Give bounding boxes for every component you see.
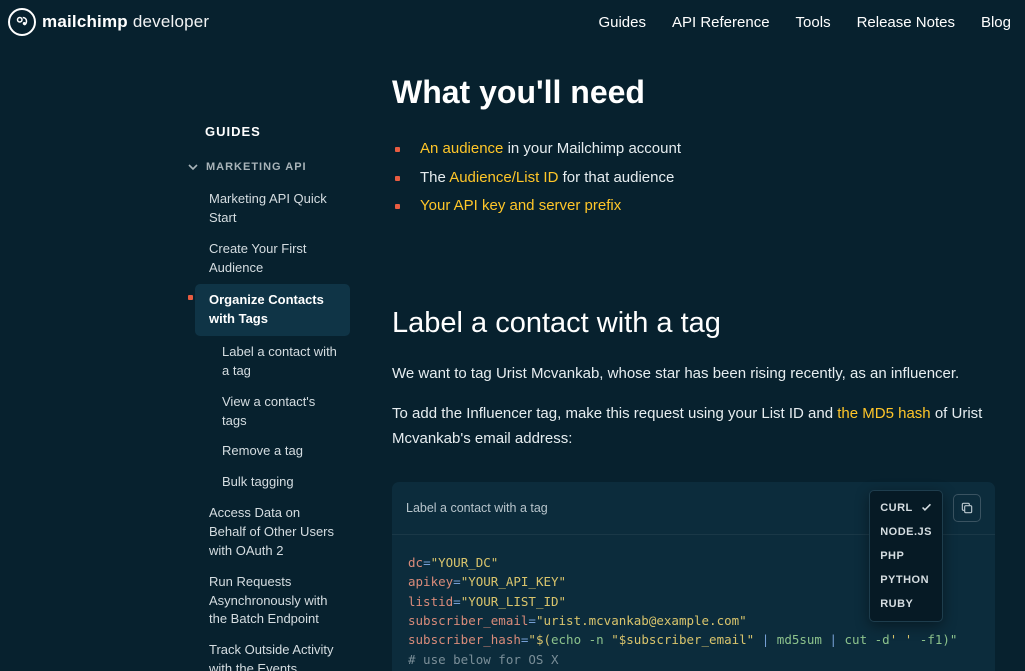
sidebar-item[interactable]: Access Data on Behalf of Other Users wit…: [205, 499, 350, 566]
sidebar-item[interactable]: Run Requests Asynchronously with the Bat…: [205, 568, 350, 635]
sidebar-subitem[interactable]: Remove a tag: [205, 437, 350, 466]
logo[interactable]: mailchimp developer: [8, 8, 209, 36]
page-heading: What you'll need: [392, 74, 995, 111]
copy-icon: [960, 501, 974, 515]
logo-mark-icon: [8, 8, 36, 36]
code-title: Label a contact with a tag: [406, 501, 548, 515]
nav-guides[interactable]: Guides: [598, 14, 646, 31]
sidebar: GUIDES MARKETING API Marketing API Quick…: [0, 44, 360, 671]
nav-blog[interactable]: Blog: [981, 14, 1011, 31]
lang-option-ruby[interactable]: RUBY: [870, 592, 942, 616]
language-menu: CURL NODE.JS PHP PYTHON RUBY: [869, 490, 943, 622]
lang-option-php[interactable]: PHP: [870, 544, 942, 568]
nav-release-notes[interactable]: Release Notes: [857, 14, 955, 31]
requirements-list: An audience in your Mailchimp account Th…: [392, 135, 995, 221]
sidebar-item[interactable]: Create Your First Audience: [205, 235, 350, 283]
link[interactable]: Your API key and server prefix: [420, 197, 621, 214]
link[interactable]: Audience/List ID: [449, 169, 558, 186]
sidebar-title: GUIDES: [205, 124, 350, 139]
list-item: The Audience/List ID for that audience: [392, 164, 995, 193]
sidebar-subitem[interactable]: View a contact's tags: [205, 388, 350, 436]
code-block: Label a contact with a tag CURL NODE.JS …: [392, 482, 995, 671]
list-item: Your API key and server prefix: [392, 192, 995, 221]
sidebar-subitem[interactable]: Label a contact with a tag: [205, 338, 350, 386]
paragraph: To add the Influencer tag, make this req…: [392, 402, 995, 452]
sidebar-cat-marketing[interactable]: MARKETING API: [188, 161, 350, 173]
lang-option-python[interactable]: PYTHON: [870, 568, 942, 592]
link[interactable]: An audience: [420, 140, 503, 157]
nav-api-reference[interactable]: API Reference: [672, 14, 770, 31]
sidebar-item[interactable]: Track Outside Activity with the Events E…: [205, 636, 350, 671]
sidebar-item[interactable]: Marketing API Quick Start: [205, 185, 350, 233]
chevron-down-icon: [188, 162, 198, 172]
copy-button[interactable]: [953, 494, 981, 522]
main-content: What you'll need An audience in your Mai…: [360, 44, 1025, 671]
check-icon: [921, 502, 932, 513]
link[interactable]: the MD5 hash: [837, 405, 930, 422]
top-nav: Guides API Reference Tools Release Notes…: [598, 14, 1011, 31]
paragraph: We want to tag Urist Mcvankab, whose sta…: [392, 362, 995, 387]
sidebar-subitem[interactable]: Bulk tagging: [205, 468, 350, 497]
logo-text: mailchimp developer: [42, 12, 209, 32]
section-heading: Label a contact with a tag: [392, 307, 995, 340]
lang-option-curl[interactable]: CURL: [870, 496, 942, 520]
list-item: An audience in your Mailchimp account: [392, 135, 995, 164]
sidebar-item-current[interactable]: Organize Contacts with Tags: [195, 284, 350, 336]
lang-option-nodejs[interactable]: NODE.JS: [870, 520, 942, 544]
nav-tools[interactable]: Tools: [796, 14, 831, 31]
